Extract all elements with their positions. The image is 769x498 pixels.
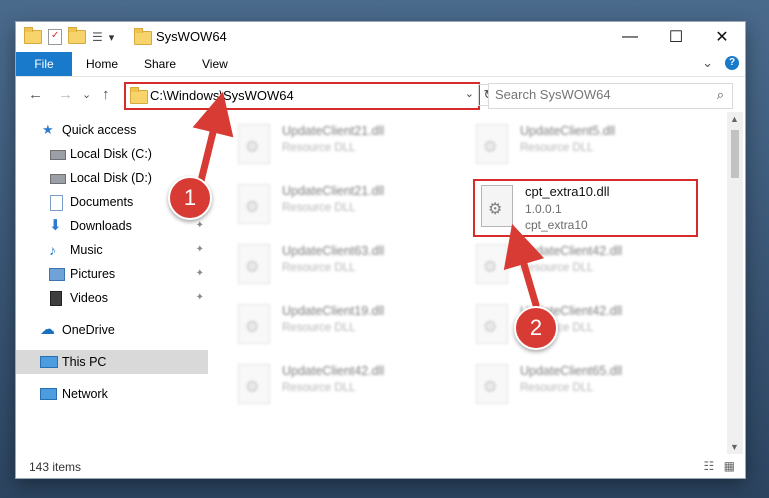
step-badge-2: 2 xyxy=(514,306,558,350)
arrow-to-dll-file xyxy=(503,223,545,309)
step-badge-1: 1 xyxy=(168,176,212,220)
annotation-arrows xyxy=(192,91,545,309)
arrow-to-address-bar xyxy=(192,91,234,189)
